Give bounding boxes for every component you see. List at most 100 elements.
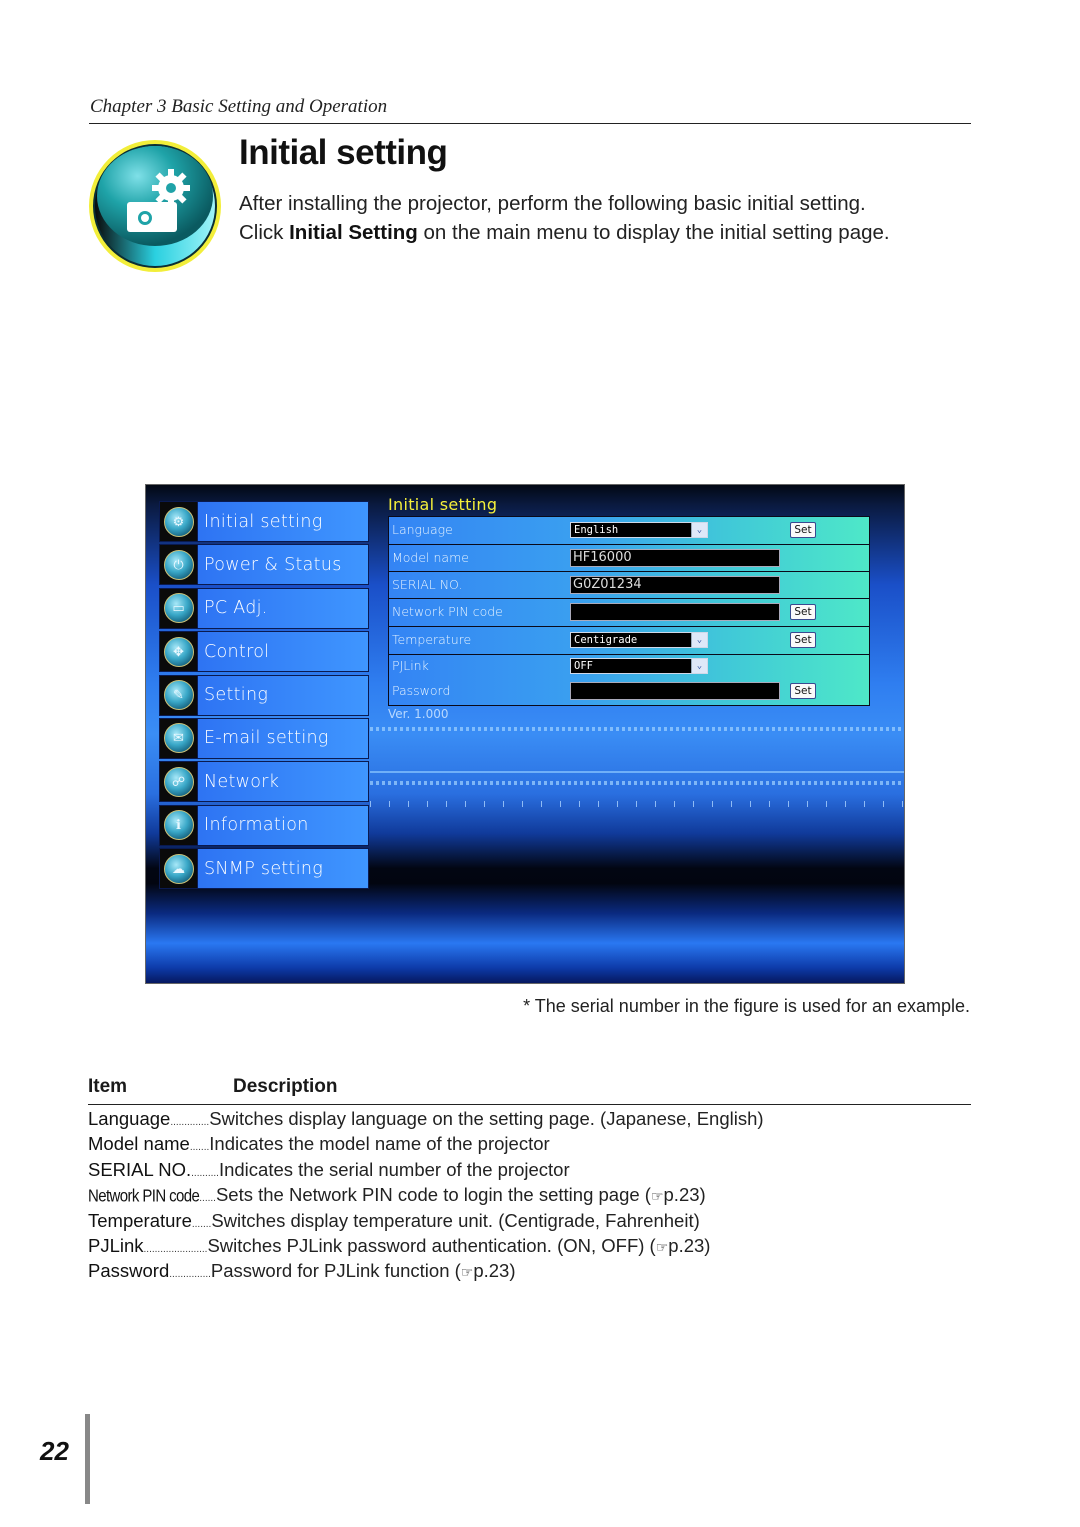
pjlink-select[interactable]: OFF ⌄ <box>570 658 708 674</box>
header-item: Item <box>88 1076 128 1097</box>
nav-item-control[interactable]: ✥ Control <box>159 631 369 673</box>
menu-icon: ✉ <box>163 723 194 754</box>
menu-icon: ✎ <box>163 680 194 711</box>
nav-item-network[interactable]: ☍ Network <box>159 761 369 803</box>
intro-text: After installing the projector, perform … <box>239 189 890 247</box>
language-label: Language <box>392 522 453 537</box>
nav-item-pc-adj[interactable]: ▭ PC Adj. <box>159 587 369 629</box>
menu-glyph: ✎ <box>173 687 184 703</box>
item-term: Model name <box>88 1133 190 1155</box>
menu-glyph: ☁ <box>172 860 185 876</box>
description-row: Language.............. Switches display l… <box>88 1108 988 1133</box>
nav-item-label: Information <box>204 815 309 836</box>
description-row: SERIAL NO. .......... Indicates the seria… <box>88 1159 988 1184</box>
page-marker-bar <box>85 1414 90 1504</box>
password-set-button[interactable]: Set <box>790 683 816 699</box>
description-row: Temperature....... Switches display tempe… <box>88 1210 988 1235</box>
intro-post: on the main menu to display the initial … <box>417 221 890 244</box>
chevron-down-icon[interactable]: ⌄ <box>691 523 707 537</box>
nav-icon-frame: ✉ <box>160 718 198 758</box>
nav-icon-frame: ✥ <box>160 632 198 672</box>
language-set-button[interactable]: Set <box>790 522 816 538</box>
header-description: Description <box>233 1076 338 1097</box>
menu-glyph: ⏻ <box>173 556 184 572</box>
row-network-pin: Network PIN code Set <box>388 598 870 626</box>
network-pin-set-button[interactable]: Set <box>790 604 816 620</box>
page-reference: p.23) <box>473 1260 516 1282</box>
leader-dots: ...... <box>199 1193 216 1205</box>
leader-dots: .............. <box>170 1117 210 1128</box>
item-term: Language <box>88 1108 171 1129</box>
password-label: Password <box>392 683 451 698</box>
panel-title: Initial setting <box>388 495 498 514</box>
item-term: Temperature <box>88 1209 192 1231</box>
description-row: Model name ....... Indicates the model na… <box>88 1133 988 1158</box>
leader-dots: ............... <box>169 1269 211 1281</box>
version-label: Ver. 1.000 <box>388 707 449 721</box>
nav-icon-frame: ℹ <box>160 805 198 845</box>
row-temperature: Temperature Centigrade ⌄ Set <box>388 626 870 654</box>
nav-item-setting[interactable]: ✎ Setting <box>159 674 369 716</box>
reference-hand-icon: ☞ <box>460 1264 474 1281</box>
description-row: Password............... Password for PJLi… <box>88 1260 988 1285</box>
serial-no-field: G0Z01234 <box>570 576 780 594</box>
chevron-down-icon[interactable]: ⌄ <box>691 633 707 647</box>
intro-line-2: Click Initial Setting on the main menu t… <box>239 218 890 247</box>
nav-icon-frame: ☍ <box>160 762 198 802</box>
model-name-field: HF16000 <box>570 549 780 567</box>
pjlink-value: OFF <box>574 660 593 672</box>
menu-glyph: ☍ <box>171 773 186 789</box>
menu-icon: ☁ <box>163 853 194 884</box>
menu-icon: ☍ <box>163 766 194 797</box>
nav-item-label: Control <box>204 641 270 662</box>
menu-glyph: ▭ <box>172 600 185 616</box>
menu-glyph: ⚙ <box>172 513 185 529</box>
settings-panel: Language English ⌄ Set Model name HF16000… <box>388 516 870 706</box>
temperature-value: Centigrade <box>574 634 638 646</box>
chevron-down-icon[interactable]: ⌄ <box>691 659 707 673</box>
password-input[interactable] <box>570 682 780 700</box>
leader-dots: ....... <box>189 1142 210 1154</box>
chapter-header: Chapter 3 Basic Setting and Operation <box>89 95 971 124</box>
page-number: 22 <box>40 1436 69 1466</box>
reference-hand-icon: ☞ <box>650 1188 664 1205</box>
row-language: Language English ⌄ Set <box>388 516 870 544</box>
nav-icon-frame: ✎ <box>160 675 198 715</box>
nav-icon-frame: ⏻ <box>160 545 198 585</box>
network-pin-label: Network PIN code <box>392 604 503 619</box>
nav-item-information[interactable]: ℹ Information <box>159 804 369 846</box>
temperature-select[interactable]: Centigrade ⌄ <box>570 632 708 648</box>
nav-icon-frame: ▭ <box>160 588 198 628</box>
item-description: Sets the Network PIN code to login the s… <box>215 1184 651 1206</box>
nav-item-label: Network <box>204 771 280 792</box>
reference-hand-icon: ☞ <box>655 1238 669 1255</box>
menu-icon: ⚙ <box>163 506 194 537</box>
intro-line-1: After installing the projector, perform … <box>239 192 866 215</box>
decor-line <box>370 771 904 773</box>
menu-icon: ✥ <box>163 636 194 667</box>
decor-dots <box>370 727 904 731</box>
main-menu: ⚙ Initial setting ⏻ Power & Status ▭ PC Adj. ✥… <box>159 501 369 892</box>
nav-item-initial-setting[interactable]: ⚙ Initial setting <box>159 501 369 542</box>
nav-icon-frame: ☁ <box>160 849 198 889</box>
menu-icon: ▭ <box>163 593 194 624</box>
description-table: Language.............. Switches display l… <box>88 1108 988 1286</box>
description-table-header: Item Description <box>88 1075 971 1105</box>
nav-item-label: Initial setting <box>204 511 323 532</box>
menu-icon: ℹ <box>163 810 194 841</box>
item-description: Switches display language on the setting… <box>209 1108 764 1129</box>
item-description: Password for PJLink function ( <box>210 1260 461 1282</box>
temperature-set-button[interactable]: Set <box>790 632 816 648</box>
language-select[interactable]: English ⌄ <box>570 522 708 538</box>
description-row: Network PIN code ...... Sets the Network … <box>88 1184 988 1209</box>
item-description: Indicates the model name of the projecto… <box>209 1133 550 1155</box>
item-term: SERIAL NO. <box>88 1158 192 1180</box>
menu-icon: ⏻ <box>163 549 194 580</box>
network-pin-input[interactable] <box>570 603 780 621</box>
nav-item-power-status[interactable]: ⏻ Power & Status <box>159 544 369 586</box>
nav-item-e-mail-setting[interactable]: ✉ E-mail setting <box>159 717 369 759</box>
menu-glyph: ✉ <box>173 730 184 746</box>
nav-item-label: Setting <box>204 685 269 706</box>
settings-camera-icon <box>89 140 221 272</box>
nav-item-snmp-setting[interactable]: ☁ SNMP setting <box>159 848 369 890</box>
